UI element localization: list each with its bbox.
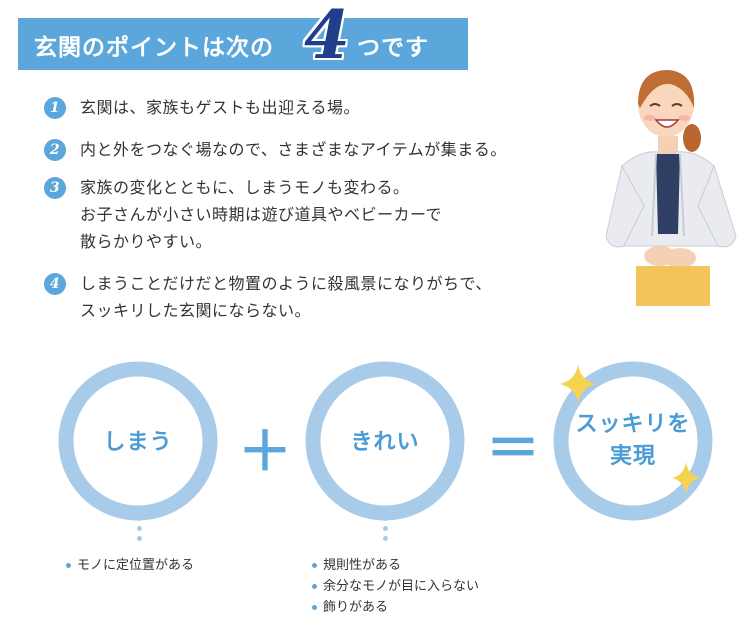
point-line: スッキリした玄関にならない。 xyxy=(80,301,312,320)
point-item-1: 1 玄関は、家族もゲストも出迎える場。 xyxy=(44,94,360,121)
number-badge: 3 xyxy=(44,177,66,199)
point-item-3: 3 家族の変化とともに、しまうモノも変わる。 お子さんが小さい時期は遊び道具やベ… xyxy=(44,174,442,255)
sparkle-icon xyxy=(672,462,700,494)
point-line: 家族の変化とともに、しまうモノも変わる。 xyxy=(80,178,410,197)
note-item: 余分なモノが目に入らない xyxy=(312,576,479,597)
term2-label: きれい xyxy=(350,430,420,455)
number-badge: 2 xyxy=(44,139,66,161)
term1-label: しまう xyxy=(103,430,173,455)
point-item-4: 4 しまうことだけだと物置のように殺風景になりがちで、 スッキリした玄関にならな… xyxy=(44,270,492,324)
point-line: 内と外をつなぐ場なので、さまざまなアイテムが集まる。 xyxy=(80,140,507,159)
term2-notes: 規則性がある 余分なモノが目に入らない 飾りがある xyxy=(312,555,479,618)
term1-notes: モノに定位置がある xyxy=(66,555,194,576)
header-title-after: つです xyxy=(357,35,429,61)
note-item: モノに定位置がある xyxy=(66,555,194,576)
header-title-before: 玄関のポイントは次の xyxy=(34,35,274,61)
result-line-1: スッキリを xyxy=(575,412,691,437)
point-line: しまうことだけだと物置のように殺風景になりがちで、 xyxy=(80,274,492,293)
connector-dots xyxy=(137,516,142,546)
number-badge: 1 xyxy=(44,97,66,119)
point-line: お子さんが小さい時期は遊び道具やベビーカーで xyxy=(80,205,443,224)
note-item: 規則性がある xyxy=(312,555,479,576)
number-badge: 4 xyxy=(44,273,66,295)
point-line: 散らかりやすい。 xyxy=(80,232,213,251)
point-line: 玄関は、家族もゲストも出迎える場。 xyxy=(80,98,361,117)
point-item-2: 2 内と外をつなぐ場なので、さまざまなアイテムが集まる。 xyxy=(44,136,507,163)
header-number: 4 xyxy=(304,0,350,74)
sparkle-icon xyxy=(560,364,596,404)
connector-dots xyxy=(383,516,388,546)
plus-sign: ＋ xyxy=(238,420,292,483)
equals-sign: ＝ xyxy=(486,417,540,480)
woman-illustration xyxy=(605,70,737,306)
